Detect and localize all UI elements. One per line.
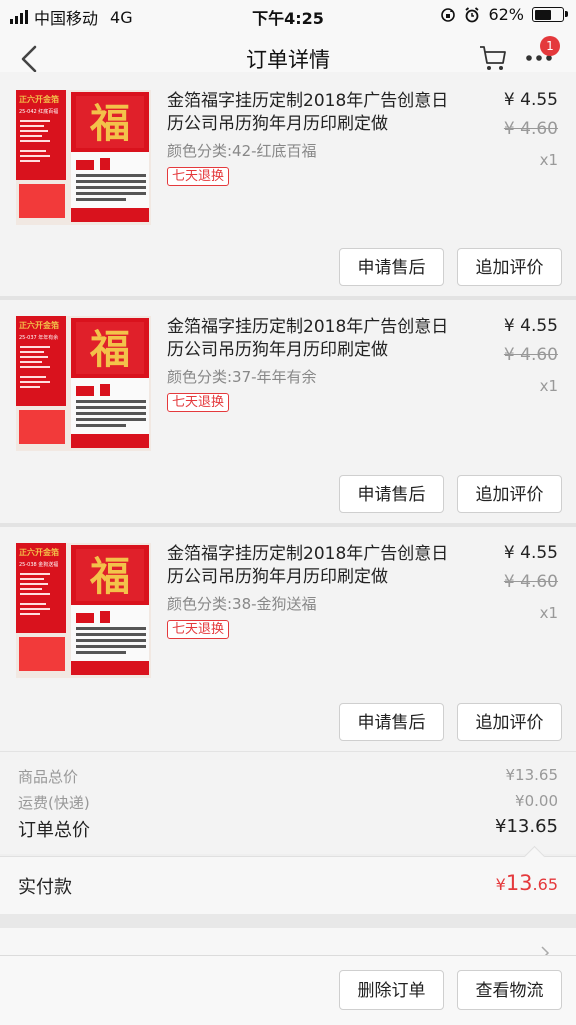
original-price: ¥ 4.60 <box>503 119 558 139</box>
view-logistics-button[interactable]: 查看物流 <box>457 970 562 1010</box>
delete-order-button[interactable]: 删除订单 <box>339 970 444 1010</box>
product-title[interactable]: 金箔福字挂历定制2018年广告创意日历公司吊历狗年月历印刷定做 <box>167 543 457 589</box>
add-review-button[interactable]: 追加评价 <box>457 703 562 741</box>
shipping-label: 运费(快递) <box>18 794 90 812</box>
alarm-icon <box>465 6 479 22</box>
cart-icon[interactable] <box>478 43 508 73</box>
add-review-button[interactable]: 追加评价 <box>457 248 562 286</box>
svg-text:正六开金箔: 正六开金箔 <box>19 94 59 104</box>
original-price: ¥ 4.60 <box>503 572 558 592</box>
product-title[interactable]: 金箔福字挂历定制2018年广告创意日历公司吊历狗年月历印刷定做 <box>167 90 457 136</box>
return-policy-tag: 七天退换 <box>167 167 230 186</box>
bottom-action-bar: 删除订单 查看物流 <box>0 955 576 1025</box>
product-quantity: x1 <box>539 604 558 622</box>
product-thumbnail[interactable]: 正六开金箔 25-037 年年有余 福 <box>16 316 151 451</box>
svg-text:25-037 年年有余: 25-037 年年有余 <box>19 334 58 341</box>
order-item[interactable]: 正六开金箔 25-038 金狗送福 福 金箔福字挂历定制2018年广告创意日历公… <box>0 527 576 751</box>
status-bar: 中国移动 4G 下午4:25 62% <box>0 0 576 30</box>
shipping-value: ¥0.00 <box>515 792 558 810</box>
svg-text:福: 福 <box>89 554 130 600</box>
after-sale-button[interactable]: 申请售后 <box>339 248 444 286</box>
product-quantity: x1 <box>539 151 558 169</box>
after-sale-button[interactable]: 申请售后 <box>339 475 444 513</box>
goods-total-label: 商品总价 <box>18 768 79 786</box>
product-spec: 颜色分类:42-红底百福 <box>167 142 317 160</box>
next-section-peek <box>0 928 576 958</box>
svg-text:正六开金箔: 正六开金箔 <box>19 320 59 330</box>
return-policy-tag: 七天退换 <box>167 620 230 639</box>
product-spec: 颜色分类:38-金狗送福 <box>167 595 317 613</box>
actual-payment-value: ¥13.65 <box>495 871 558 895</box>
battery-icon <box>532 7 568 22</box>
order-total-value: ¥13.65 <box>495 816 558 837</box>
goods-total-value: ¥13.65 <box>505 766 559 784</box>
svg-text:正六开金箔: 正六开金箔 <box>19 547 59 557</box>
svg-text:福: 福 <box>89 101 130 147</box>
product-price: ¥ 4.55 <box>503 316 558 336</box>
order-item[interactable]: 正六开金箔 25-042 红底百福 福 金箔福字挂历定制2018年广告创意日历公… <box>0 72 576 296</box>
original-price: ¥ 4.60 <box>503 345 558 365</box>
svg-text:25-038 金狗送福: 25-038 金狗送福 <box>19 561 58 568</box>
price-summary: 商品总价 ¥13.65 运费(快递) ¥0.00 订单总价 ¥13.65 <box>0 752 576 854</box>
actual-payment-row: 实付款 ¥13.65 <box>0 845 576 915</box>
notification-badge: 1 <box>540 36 560 56</box>
product-thumbnail[interactable]: 正六开金箔 25-038 金狗送福 福 <box>16 543 151 678</box>
screen-lock-icon <box>441 7 456 22</box>
actual-payment-label: 实付款 <box>18 877 72 898</box>
after-sale-button[interactable]: 申请售后 <box>339 703 444 741</box>
product-price: ¥ 4.55 <box>503 90 558 110</box>
svg-text:25-042 红底百福: 25-042 红底百福 <box>19 108 58 115</box>
order-item[interactable]: 正六开金箔 25-037 年年有余 福 金箔福字挂历定制2018年广告创意日历公… <box>0 300 576 523</box>
return-policy-tag: 七天退换 <box>167 393 230 412</box>
product-title[interactable]: 金箔福字挂历定制2018年广告创意日历公司吊历狗年月历印刷定做 <box>167 316 457 362</box>
order-total-label: 订单总价 <box>18 820 90 841</box>
product-thumbnail[interactable]: 正六开金箔 25-042 红底百福 福 <box>16 90 151 225</box>
product-quantity: x1 <box>539 377 558 395</box>
product-price: ¥ 4.55 <box>503 543 558 563</box>
battery-percent: 62% <box>488 5 524 24</box>
svg-text:福: 福 <box>89 327 130 373</box>
add-review-button[interactable]: 追加评价 <box>457 475 562 513</box>
product-spec: 颜色分类:37-年年有余 <box>167 368 317 386</box>
